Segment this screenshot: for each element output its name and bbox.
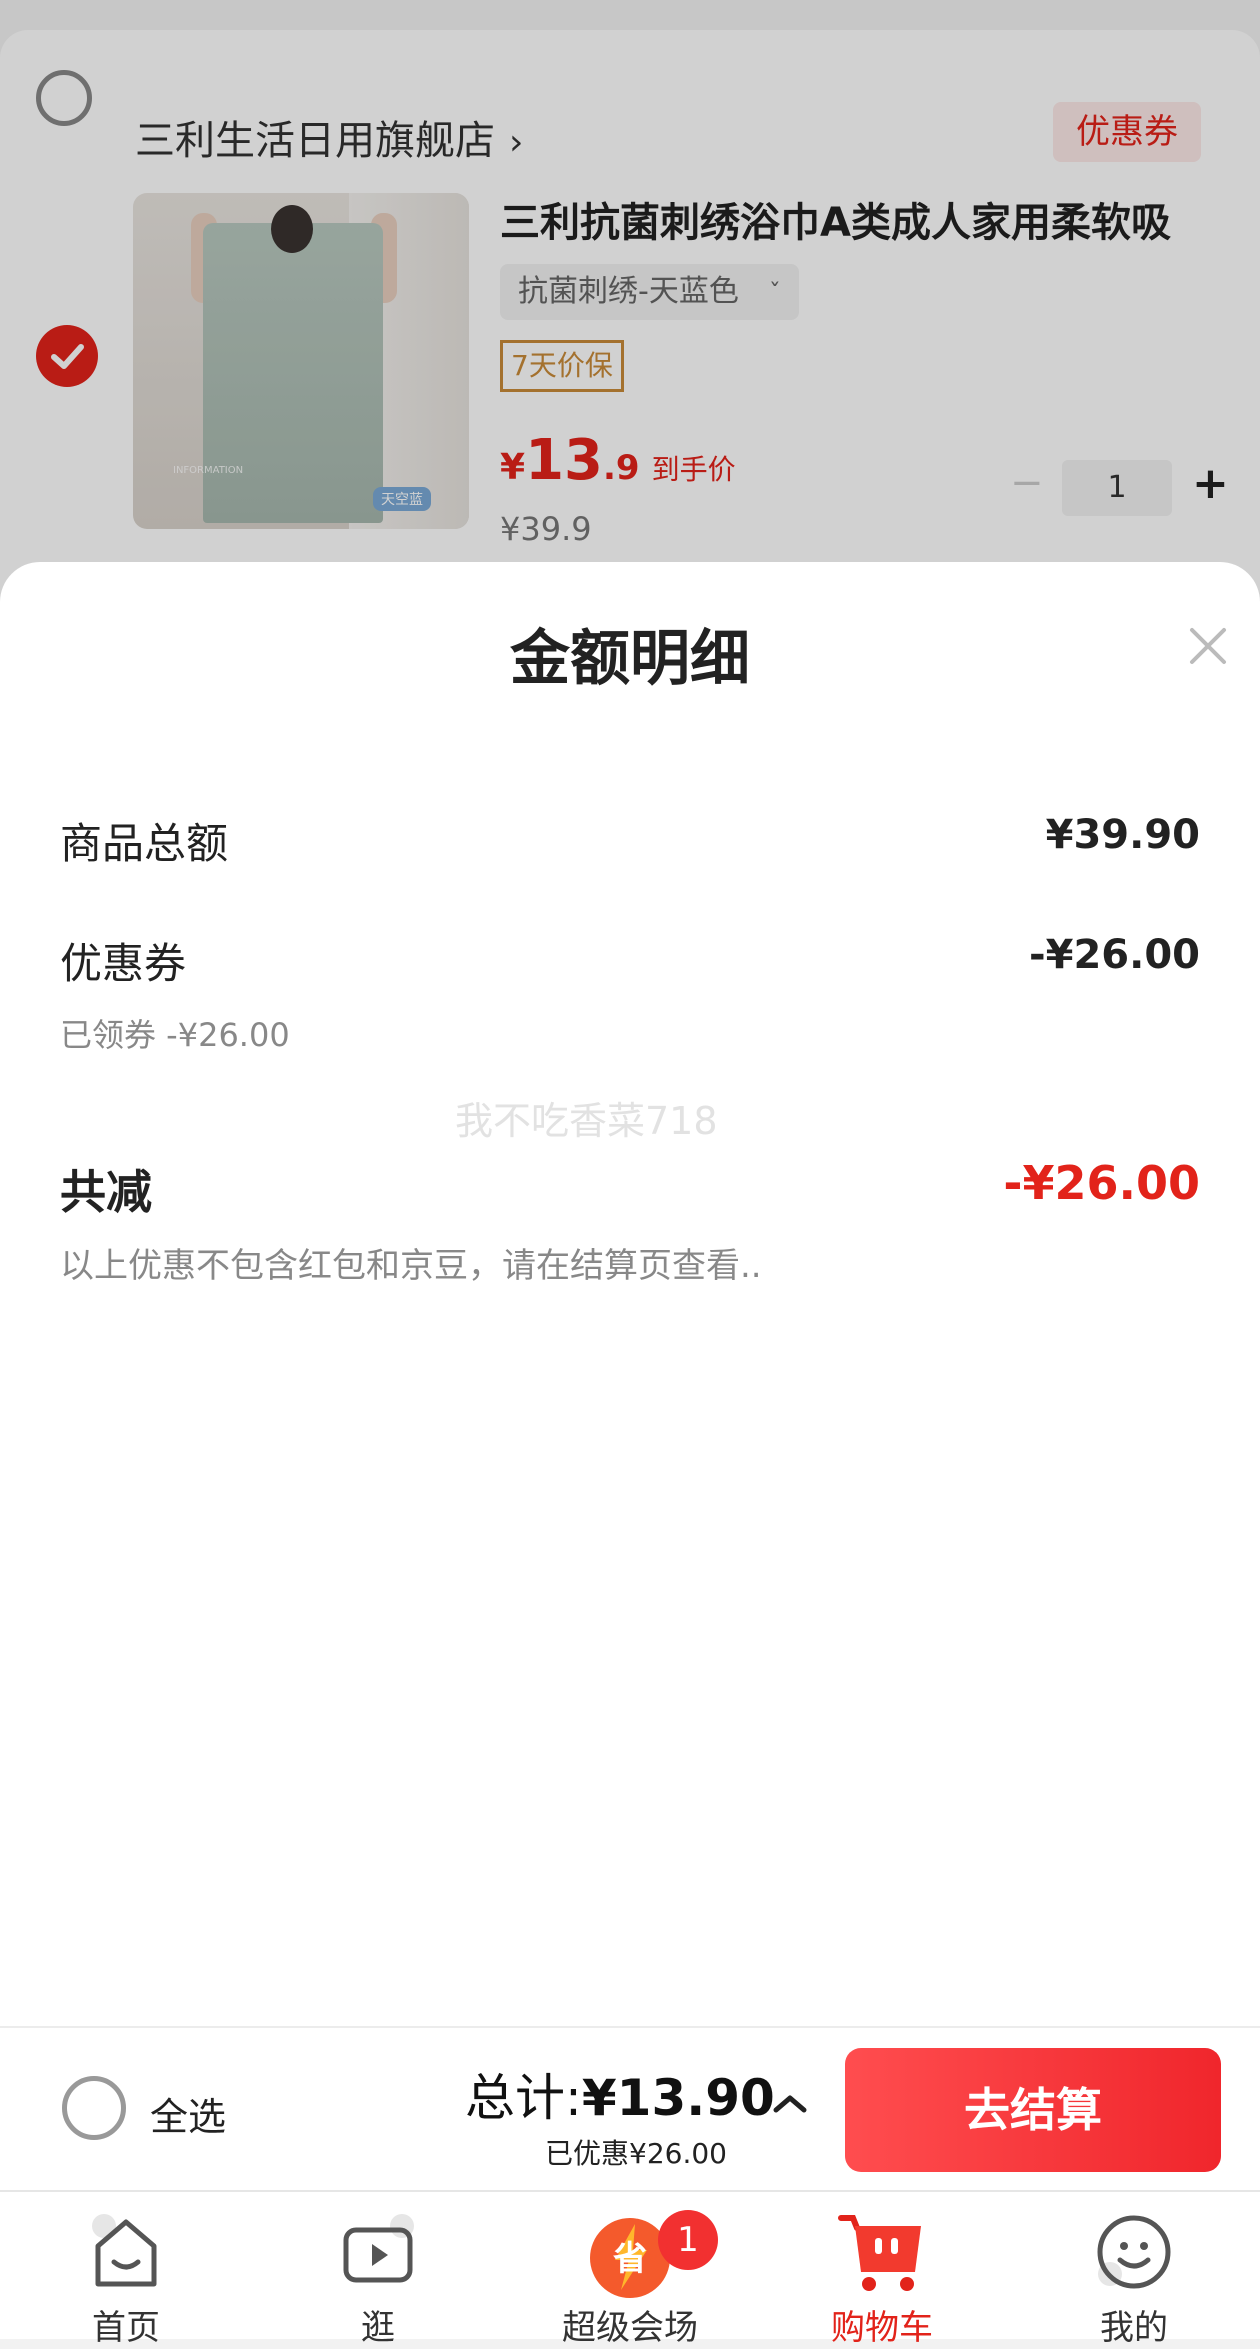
watermark: 我不吃香菜718 [455, 1099, 718, 1143]
close-icon[interactable] [1180, 618, 1236, 674]
nav-label-home: 首页 [92, 2308, 160, 2348]
video-icon [343, 2214, 414, 2283]
nav-label-profile: 我的 [1100, 2308, 1168, 2348]
checkout-button[interactable]: 去结算 [845, 2048, 1221, 2172]
select-all-label[interactable]: 全选 [150, 2086, 226, 2141]
nav-item-cart[interactable]: 购物车 [792, 2192, 972, 2348]
svg-text:省: 省 [613, 2239, 647, 2279]
coupon-claimed-text: 已领券 -¥26.00 [60, 1016, 290, 1054]
notification-badge: 1 [658, 2210, 718, 2270]
nav-item-browse[interactable]: 逛 [288, 2192, 468, 2348]
amount-detail-sheet: 金额明细 商品总额 ¥39.90 优惠券 -¥26.00 已领券 -¥26.00… [0, 562, 1260, 2027]
nav-label-cart: 购物车 [831, 2308, 933, 2348]
profile-icon [1097, 2215, 1171, 2289]
total-value: ¥13.90 [581, 2069, 775, 2127]
coupon-label: 优惠券 [60, 939, 187, 988]
goods-total-value: ¥39.90 [1045, 812, 1200, 858]
sheet-title: 金额明细 [510, 624, 750, 694]
nav-label-super-venue: 超级会场 [562, 2308, 698, 2348]
bottom-nav: 首页 逛 省 超级会场 1 购物车 我的 [0, 2190, 1260, 2348]
saved-amount: 已优惠¥26.00 [545, 2137, 727, 2170]
home-icon [92, 2214, 157, 2287]
total-reduce-label: 共减 [60, 1165, 152, 1219]
checkout-bar: 全选 总计:¥13.90 已优惠¥26.00 去结算 [0, 2026, 1260, 2192]
cart-background: 三利生活日用旗舰店 › 优惠券 INFORMATION 天空蓝 三利抗菌刺绣浴巾A… [0, 0, 1260, 640]
modal-backdrop[interactable] [0, 0, 1260, 640]
select-all-checkbox[interactable] [62, 2076, 126, 2140]
coupon-value: -¥26.00 [1029, 932, 1200, 978]
nav-item-home[interactable]: 首页 [36, 2192, 216, 2348]
chevron-up-icon[interactable] [770, 2088, 810, 2118]
total-reduce-value: -¥26.00 [1003, 1156, 1200, 1210]
nav-label-browse: 逛 [361, 2308, 395, 2348]
total-price: 总计:¥13.90 [465, 2058, 775, 2130]
nav-item-profile[interactable]: 我的 [1044, 2192, 1224, 2348]
goods-total-label: 商品总额 [60, 819, 229, 868]
discount-note: 以上优惠不包含红包和京豆，请在结算页查看.. [60, 1246, 762, 1286]
cart-icon [838, 2215, 921, 2291]
total-prefix: 总计: [465, 2069, 582, 2127]
